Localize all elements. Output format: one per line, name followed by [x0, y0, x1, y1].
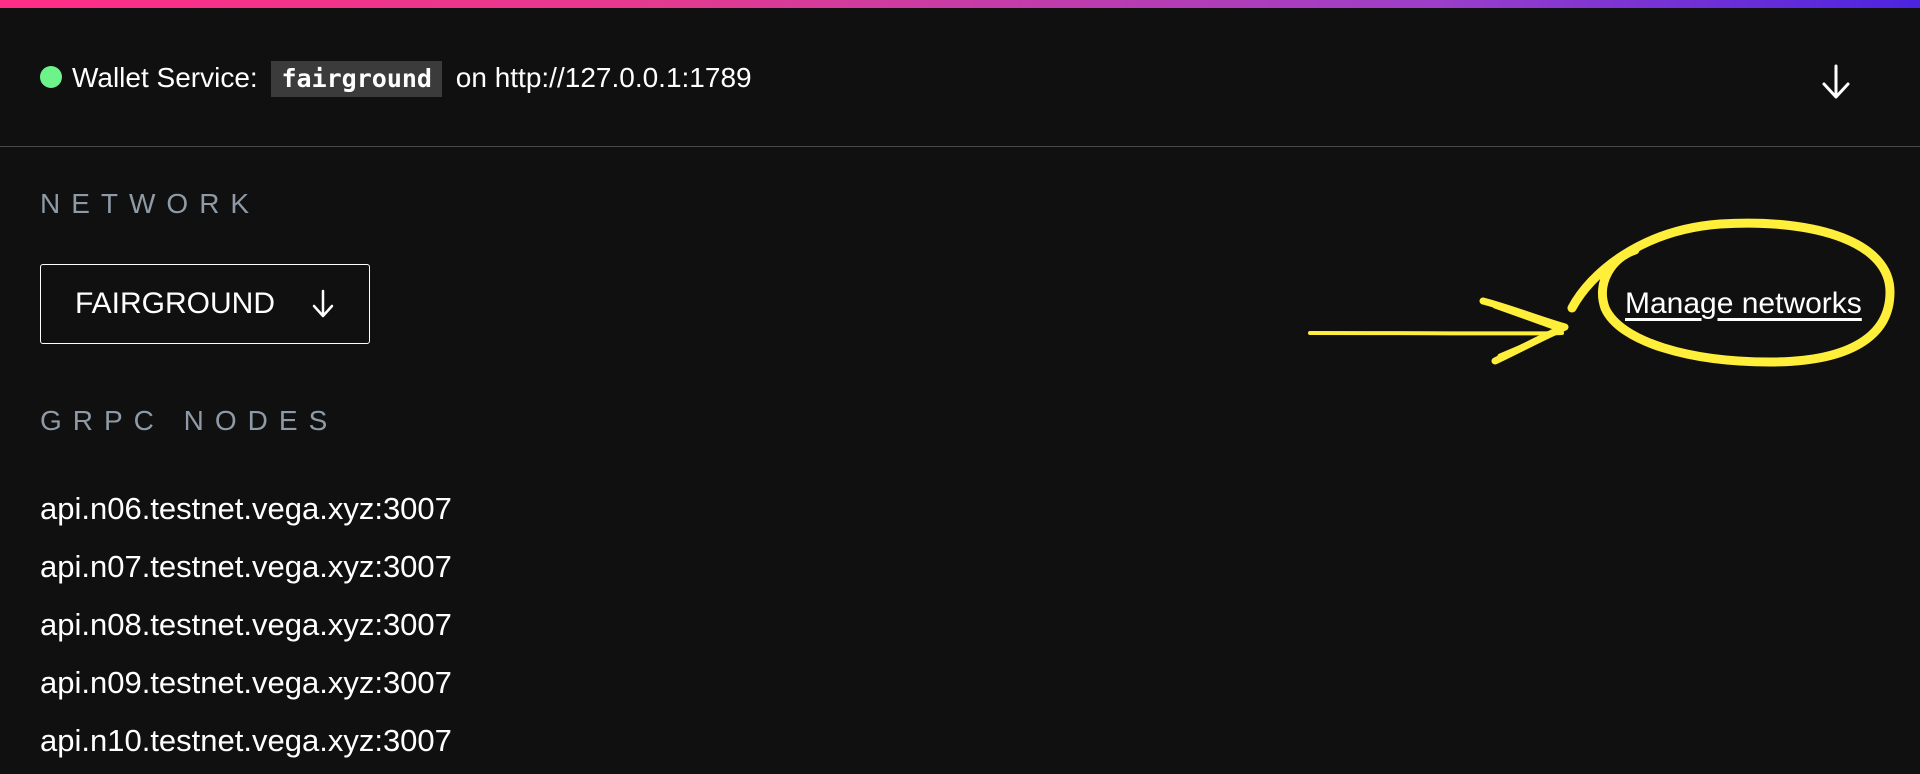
manage-networks-link[interactable]: Manage networks: [1625, 284, 1862, 324]
network-dropdown[interactable]: FAIRGROUND: [40, 264, 370, 344]
grpc-node-item: api.n09.testnet.vega.xyz:3007: [40, 665, 452, 700]
arrow-down-icon: [1822, 64, 1850, 99]
service-name: fairground: [271, 61, 442, 97]
grpc-node-item: api.n08.testnet.vega.xyz:3007: [40, 607, 452, 642]
wallet-service-status: Wallet Service: fairground on http://127…: [72, 58, 752, 98]
network-section-label: NETWORK: [40, 188, 261, 219]
chevron-down-icon: [312, 289, 334, 318]
wallet-network-page: Wallet Service: fairground on http://127…: [0, 0, 1920, 774]
grpc-node-item: api.n10.testnet.vega.xyz:3007: [40, 723, 452, 758]
status-label: Wallet Service:: [72, 62, 258, 93]
grpc-node-item: api.n06.testnet.vega.xyz:3007: [40, 491, 452, 526]
status-dot-icon: [40, 66, 62, 88]
wallet-service-header: Wallet Service: fairground on http://127…: [0, 8, 1920, 147]
grpc-nodes-section-label: GRPC NODES: [40, 405, 339, 436]
on-text: on: [455, 62, 487, 93]
network-dropdown-value: FAIRGROUND: [75, 287, 276, 320]
service-url: http://127.0.0.1:1789: [494, 62, 752, 93]
grpc-node-list: api.n06.testnet.vega.xyz:3007 api.n07.te…: [40, 480, 452, 770]
grpc-node-item: api.n07.testnet.vega.xyz:3007: [40, 549, 452, 584]
collapse-button[interactable]: [1818, 60, 1854, 104]
top-gradient-bar: [0, 0, 1920, 8]
